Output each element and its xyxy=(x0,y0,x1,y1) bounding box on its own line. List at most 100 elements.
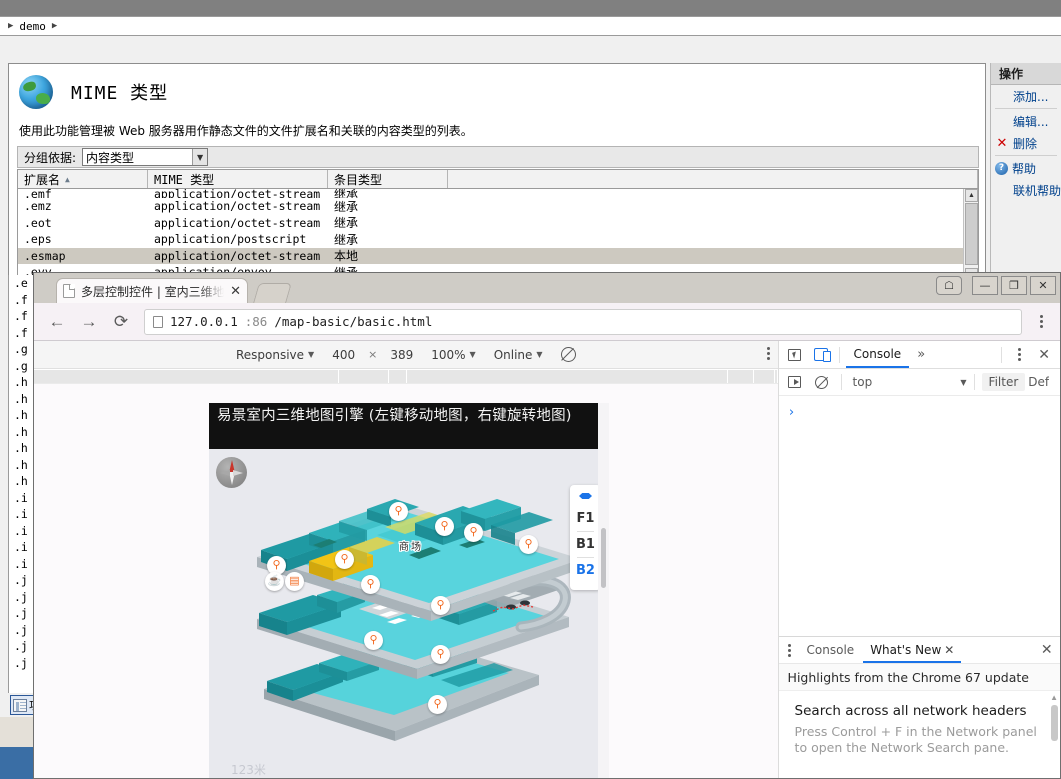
list-item[interactable]: .i xyxy=(9,539,36,556)
page-info-icon[interactable] xyxy=(153,315,163,328)
browser-menu-icon[interactable] xyxy=(1030,309,1052,335)
chevron-down-icon[interactable]: ▼ xyxy=(192,149,208,165)
table-row[interactable]: .eps application/postscript 继承 xyxy=(18,231,978,248)
scrollbar-thumb[interactable] xyxy=(965,203,978,265)
list-item[interactable]: .g xyxy=(9,341,36,358)
action-help[interactable]: ? 帮助 xyxy=(991,157,1061,179)
floor-item-b1[interactable]: B1 xyxy=(570,532,601,557)
whats-new-item-title[interactable]: Search across all network headers xyxy=(795,703,1048,719)
back-icon[interactable]: ← xyxy=(42,307,72,337)
close-icon[interactable]: ✕ xyxy=(230,284,241,299)
list-item[interactable]: .h xyxy=(9,374,36,391)
drawer-menu-icon[interactable] xyxy=(782,643,798,657)
profile-icon[interactable]: ☖ xyxy=(936,276,962,295)
list-item[interactable]: .h xyxy=(9,457,36,474)
zoom-select[interactable]: 100% ▼ xyxy=(422,348,484,362)
action-delete[interactable]: ✕ 删除 xyxy=(991,132,1061,154)
device-screen[interactable]: 易景室内三维地图引擎 (左键移动地图，右键旋转地图) 商场 ⚲ ⚲ ⚲ ⚲ ⚲ … xyxy=(209,403,609,779)
column-header-mime-type[interactable]: MIME 类型 xyxy=(148,170,328,188)
list-item[interactable]: .e xyxy=(9,275,36,292)
map-pin[interactable]: ⚲ xyxy=(428,695,447,714)
close-icon[interactable]: ✕ xyxy=(944,643,954,657)
minimize-button[interactable]: — xyxy=(972,276,998,295)
viewport-width-input[interactable]: 400 xyxy=(323,348,364,362)
breadcrumb-item-demo[interactable]: demo xyxy=(19,20,46,33)
table-scrollbar[interactable]: ▲ ▼ xyxy=(963,189,978,281)
map-pin[interactable]: ⚲ xyxy=(464,523,483,542)
reload-icon[interactable]: ⟳ xyxy=(106,307,136,337)
device-toolbar-menu-icon[interactable] xyxy=(766,345,770,362)
table-row[interactable]: .eot application/octet-stream 继承 xyxy=(18,215,978,232)
maximize-button[interactable]: ❐ xyxy=(1001,276,1027,295)
list-item[interactable]: .i xyxy=(9,490,36,507)
tab-console[interactable]: Console xyxy=(845,341,910,368)
address-bar[interactable]: 127.0.0.1:86/map-basic/basic.html xyxy=(144,308,1022,335)
map-pin[interactable]: ⚲ xyxy=(389,502,408,521)
column-header-extension[interactable]: 扩展名 ▲ xyxy=(18,170,148,188)
list-item[interactable]: .h xyxy=(9,391,36,408)
scroll-up-icon[interactable]: ▲ xyxy=(1050,693,1059,702)
table-row[interactable]: .emz application/octet-stream 继承 xyxy=(18,198,978,215)
list-item[interactable]: .i xyxy=(9,506,36,523)
forward-icon[interactable]: → xyxy=(74,307,104,337)
breadcrumb[interactable]: ▶ demo ▶ xyxy=(0,16,1061,36)
list-item[interactable]: .f xyxy=(9,308,36,325)
close-button[interactable]: ✕ xyxy=(1030,276,1056,295)
execution-context-select[interactable]: top ▼ xyxy=(849,375,967,389)
list-item[interactable]: .j xyxy=(9,622,36,639)
list-item[interactable]: .h xyxy=(9,473,36,490)
action-add[interactable]: 添加... xyxy=(991,85,1061,107)
whats-new-scrollbar[interactable]: ▲ xyxy=(1050,693,1059,777)
group-by-select[interactable]: 内容类型 ▼ xyxy=(82,148,209,166)
list-item[interactable]: .j xyxy=(9,655,36,672)
list-item[interactable]: .i xyxy=(9,523,36,540)
indoor-3d-map-svg[interactable]: 商场 xyxy=(209,449,609,779)
scroll-up-icon[interactable]: ▲ xyxy=(965,189,978,202)
map-canvas[interactable]: 商场 ⚲ ⚲ ⚲ ⚲ ⚲ ⚲ ☕ ▤ ⚲ ⚲ ⚲ ⚲ ⚲ F1 B1 B2 12… xyxy=(209,449,609,779)
scrollbar-thumb[interactable] xyxy=(1050,705,1058,741)
map-pin[interactable]: ⚲ xyxy=(335,550,354,569)
browser-tab[interactable]: 多层控制控件 | 室内三维地图 ✕ xyxy=(56,278,248,303)
list-item[interactable]: .h xyxy=(9,424,36,441)
console-sidebar-button[interactable] xyxy=(783,371,807,393)
floor-selector[interactable]: F1 B1 B2 xyxy=(570,485,601,590)
throttling-disabled-button[interactable] xyxy=(552,347,585,362)
viewport-height-input[interactable]: 389 xyxy=(381,348,422,362)
map-pin[interactable]: ⚲ xyxy=(361,575,380,594)
table-row[interactable]: .emf application/octet-stream 继承 xyxy=(18,189,978,198)
scrollbar-thumb[interactable] xyxy=(601,528,606,588)
list-item[interactable]: .j xyxy=(9,605,36,622)
drawer-tab-console[interactable]: Console xyxy=(800,637,862,663)
floor-drag-handle-icon[interactable] xyxy=(579,493,592,499)
map-pin[interactable]: ⚲ xyxy=(431,596,450,615)
floor-item-b2[interactable]: B2 xyxy=(570,558,601,583)
console-filter-input[interactable]: Filter xyxy=(981,373,1026,391)
devtools-close-icon[interactable]: ✕ xyxy=(1032,347,1056,363)
inspect-element-button[interactable] xyxy=(783,344,807,366)
list-item[interactable]: .h xyxy=(9,440,36,457)
new-tab-button[interactable] xyxy=(253,283,292,303)
list-item[interactable]: .f xyxy=(9,292,36,309)
list-item[interactable]: .g xyxy=(9,358,36,375)
map-pin[interactable]: ⚲ xyxy=(519,535,538,554)
list-item[interactable]: .j xyxy=(9,572,36,589)
map-pin[interactable]: ⚲ xyxy=(431,645,450,664)
action-online-help[interactable]: 联机帮助 xyxy=(991,179,1061,201)
console-log-level-select[interactable]: Def xyxy=(1028,375,1049,389)
device-select[interactable]: Responsive ▼ xyxy=(227,348,323,362)
drawer-tab-whats-new[interactable]: What's New ✕ xyxy=(863,637,962,663)
action-edit[interactable]: 编辑... xyxy=(991,110,1061,132)
table-row-selected[interactable]: .esmap application/octet-stream 本地 xyxy=(18,247,978,264)
more-tabs-icon[interactable]: » xyxy=(911,347,931,362)
map-pin[interactable]: ⚲ xyxy=(435,517,454,536)
map-pin[interactable]: ⚲ xyxy=(364,631,383,650)
devtools-menu-icon[interactable] xyxy=(1008,342,1030,368)
list-item[interactable]: .f xyxy=(9,325,36,342)
map-pin[interactable]: ☕ xyxy=(265,572,284,591)
console-output-area[interactable]: › xyxy=(778,396,1060,614)
list-item[interactable]: .j xyxy=(9,589,36,606)
list-item[interactable]: .h xyxy=(9,407,36,424)
floor-item-f1[interactable]: F1 xyxy=(570,506,601,531)
toggle-device-toolbar-button[interactable] xyxy=(809,344,833,366)
clear-console-button[interactable] xyxy=(810,371,834,393)
